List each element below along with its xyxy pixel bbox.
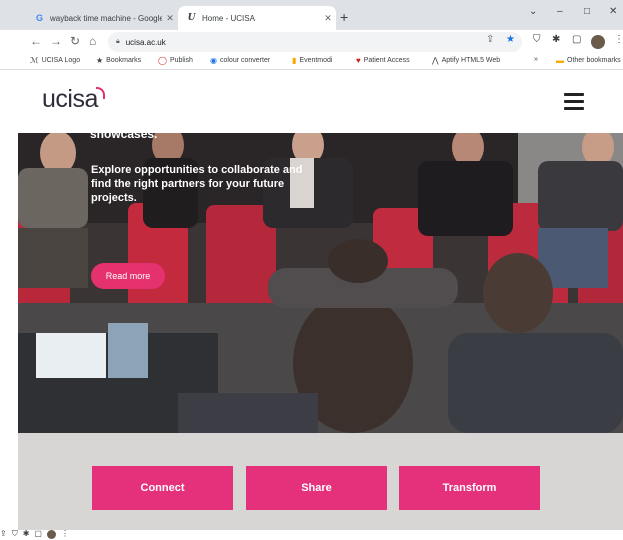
forward-icon[interactable]: → <box>50 34 62 48</box>
publish-icon: ◯ <box>158 56 167 65</box>
ucisa-icon: ℳ <box>30 56 39 65</box>
address-bar[interactable]: 🔒︎ ucisa.ac.uk <box>108 32 522 52</box>
bookmark-bookmarks[interactable]: ★ Bookmarks <box>96 56 141 65</box>
new-tab-button[interactable]: + <box>340 9 348 25</box>
tab-strip: G wayback time machine - Google ✕ U Home… <box>0 0 623 30</box>
tab-title: wayback time machine - Google <box>50 13 162 23</box>
heart-icon: ♥ <box>356 56 361 65</box>
close-window-button[interactable]: ✕ <box>609 6 617 17</box>
tab-title: Home - UCISA <box>202 13 255 23</box>
bookmark-colour-converter[interactable]: ◉ colour converter <box>210 56 270 65</box>
hero-banner: showcases. Explore opportunities to coll… <box>18 133 623 433</box>
address-text: ucisa.ac.uk <box>125 37 166 47</box>
minimize-button[interactable]: – <box>557 6 563 17</box>
home-icon[interactable]: ⌂ <box>89 34 96 48</box>
bookmark-aptify[interactable]: ⋀ Aptify HTML5 Web <box>432 56 500 65</box>
sidepanel-icon[interactable]: ▢ <box>572 34 581 45</box>
ucisa-favicon-icon: U <box>187 13 196 23</box>
bookmark-ucisa-logo[interactable]: ℳ UCISA Logo <box>30 56 80 65</box>
cta-band: Connect Share Transform <box>18 433 623 530</box>
browser-toolbar: ← → ↻ ⌂ 🔒︎ ucisa.ac.uk ⇪ ★ ⛉ ✱ ▢ ⋮ <box>0 30 623 54</box>
ucisa-logo[interactable]: ucisa <box>42 85 98 114</box>
bookmark-star-icon[interactable]: ★ <box>506 34 515 45</box>
extension-icon[interactable]: ⛉ <box>12 529 18 540</box>
hamburger-menu-icon[interactable] <box>564 93 584 110</box>
share-icon[interactable]: ⇪ <box>0 529 7 540</box>
tab-ucisa[interactable]: U Home - UCISA ✕ <box>178 6 336 30</box>
lock-icon: 🔒︎ <box>116 38 120 45</box>
site-header: ucisa <box>18 71 623 133</box>
bookmarks-bar: ℳ UCISA Logo ★ Bookmarks ◯ Publish ◉ colour … <box>0 54 623 70</box>
share-icon[interactable]: ⇪ <box>486 34 494 45</box>
doc-icon: ▮ <box>292 56 297 65</box>
hero-text-showcases: showcases. <box>90 133 158 141</box>
star-icon: ★ <box>96 56 104 65</box>
close-tab-icon[interactable]: ✕ <box>320 13 336 24</box>
bookmark-publish[interactable]: ◯ Publish <box>158 56 193 65</box>
read-more-button[interactable]: Read more <box>91 263 165 289</box>
bookmark-patient-access[interactable]: ♥ Patient Access <box>356 56 410 65</box>
connect-button[interactable]: Connect <box>92 466 233 510</box>
maximize-button[interactable]: □ <box>584 6 590 17</box>
puzzle-icon[interactable]: ✱ <box>552 34 560 45</box>
close-tab-icon[interactable]: ✕ <box>162 13 178 24</box>
bookmarks-overflow[interactable]: » <box>534 56 538 63</box>
menu-dots-icon[interactable]: ⋮ <box>61 529 69 540</box>
reload-icon[interactable]: ↻ <box>70 34 80 48</box>
google-icon: G <box>35 13 43 23</box>
bookmark-eventmodi[interactable]: ▮ Eventmodi <box>292 56 332 65</box>
bottom-toolbar-fragment: ⇪ ⛉ ✱ ▢ ⋮ <box>0 529 69 540</box>
other-bookmarks[interactable]: ▬ Other bookmarks <box>556 56 623 65</box>
sidepanel-icon[interactable]: ▢ <box>34 529 42 540</box>
folder-icon: ▬ <box>556 56 564 65</box>
back-icon[interactable]: ← <box>30 34 42 48</box>
transform-button[interactable]: Transform <box>399 466 540 510</box>
extension-icon[interactable]: ⛉ <box>533 34 541 45</box>
bottom-strip <box>0 530 623 540</box>
chrome-icon: ◉ <box>210 56 217 65</box>
logo-swoosh <box>96 87 105 99</box>
menu-dots-icon[interactable]: ⋮ <box>614 34 623 45</box>
tab-google[interactable]: G wayback time machine - Google ✕ <box>26 6 178 30</box>
hero-text-explore: Explore opportunities to collaborate and… <box>91 164 303 204</box>
aptify-icon: ⋀ <box>432 56 439 65</box>
profile-avatar[interactable] <box>46 530 56 539</box>
puzzle-icon[interactable]: ✱ <box>23 529 30 540</box>
share-button[interactable]: Share <box>246 466 387 510</box>
profile-avatar[interactable] <box>591 35 605 49</box>
tab-search-icon[interactable]: ⌄ <box>529 6 537 17</box>
